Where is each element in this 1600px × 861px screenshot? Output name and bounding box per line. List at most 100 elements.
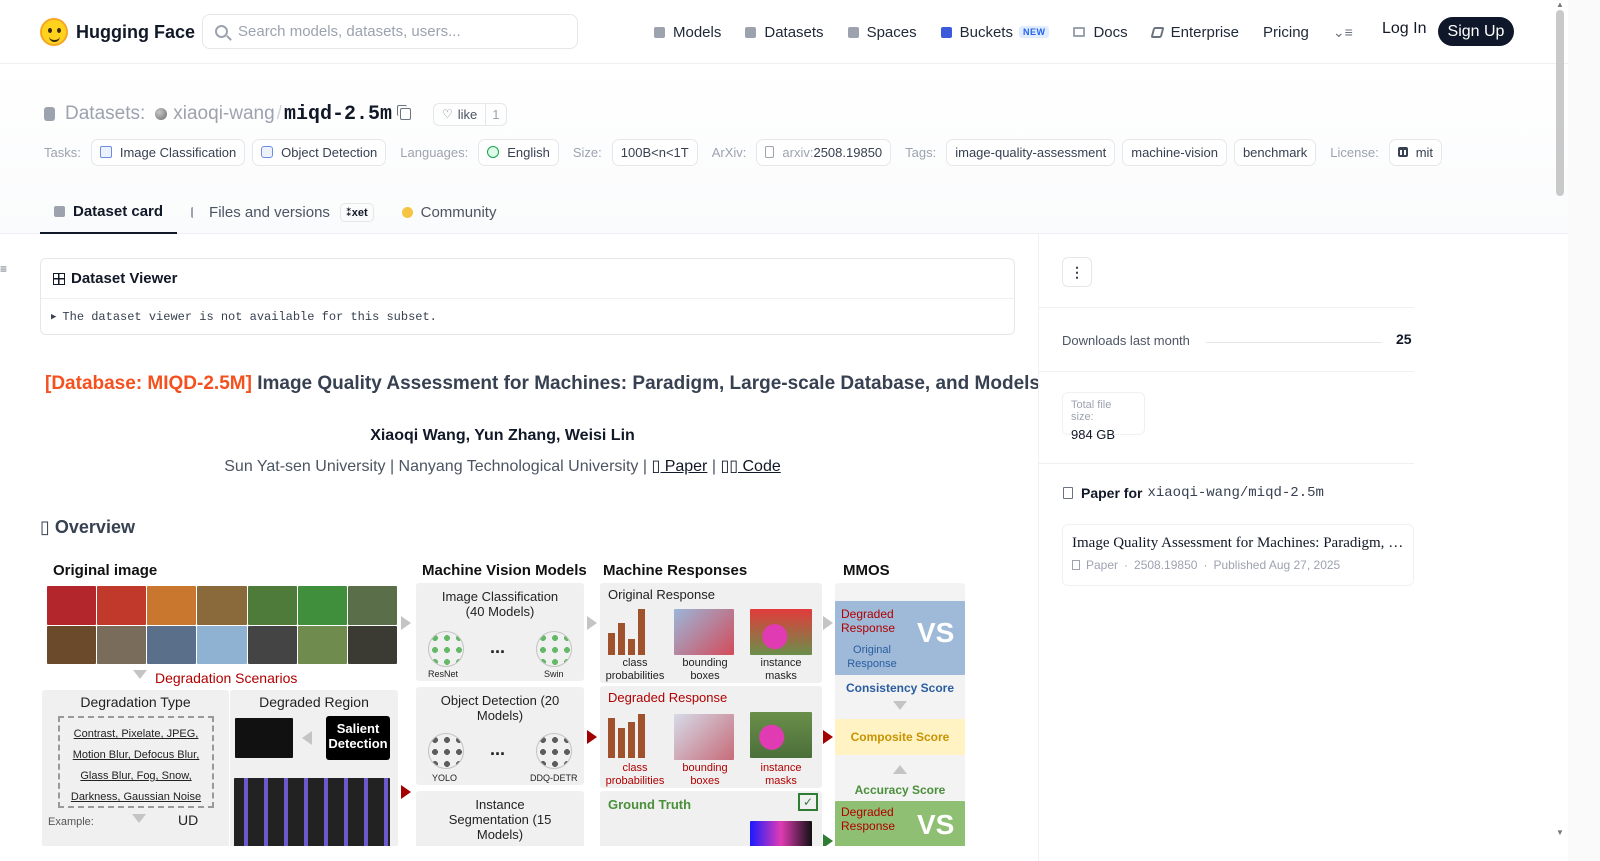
tag-machine-vision[interactable]: machine-vision [1122,138,1227,166]
task-tag-image-classification[interactable]: Image Classification [90,138,246,166]
dataset-name[interactable]: miqd-2.5m [284,103,392,126]
nav-datasets[interactable]: Datasets [745,24,824,41]
ground-truth-panel: Ground Truth ✓ [600,791,822,846]
overview-heading: ▯ Overview [40,517,135,537]
sidebar-divider [1038,234,1039,861]
book-icon [1073,27,1086,37]
card-authors: Xiaoqi Wang, Yun Zhang, Weisi Lin [370,427,635,444]
dataset-header: Datasets: xiaoqi-wang / miqd-2.5m ♡ like … [0,64,1568,234]
arrow-up-icon [893,765,907,774]
tab-dataset-card[interactable]: Dataset card [40,191,178,234]
scrollbar-thumb[interactable] [1556,10,1564,196]
downloads-count: 25 [1396,331,1412,347]
document-icon [1072,560,1080,570]
cube-icon [654,26,665,38]
arrow-right-icon [587,616,597,630]
downloads-sparkline [1206,342,1382,343]
file-icon [765,146,775,158]
avatar[interactable] [155,108,168,120]
neural-network-icon [428,631,464,667]
database-icon [44,107,55,121]
dataset-tabs: Dataset card Files and versions ⁑xet Comm… [40,191,510,234]
grid-icon [847,26,859,38]
arrow-right-red-icon [823,730,833,744]
globe-icon [487,146,500,158]
table-icon [53,272,65,285]
nav-pricing[interactable]: Pricing [1263,24,1309,41]
dataset-viewer-header: Dataset Viewer [41,259,1014,299]
datasets-label[interactable]: Datasets: [65,103,145,125]
scroll-down-icon[interactable]: ▼ [1556,828,1564,837]
neural-network-icon [536,733,572,769]
cube-icon [54,206,65,217]
model-object-detection: Object Detection (20 Models) ... YOLO DD… [416,687,584,785]
more-options-button[interactable]: ⋮ [1062,257,1092,287]
degraded-response-panel: Degraded Response class probabilities bo… [600,686,822,788]
task-tag-object-detection[interactable]: Object Detection [252,138,387,166]
search-icon [215,25,228,38]
enterprise-icon [1150,26,1165,38]
divider [1039,371,1414,372]
fig-heading-original: Original image [53,562,158,579]
top-navbar: Hugging Face Models Datasets Spaces Buck… [0,0,1568,64]
copy-icon[interactable] [396,105,411,120]
login-link[interactable]: Log In [1382,20,1426,38]
license-tag[interactable]: mit [1388,138,1443,166]
paper-for-heading: Paper for xiaoqi-wang/miqd-2.5m [1063,485,1324,501]
language-tag[interactable]: English [478,138,559,166]
main-nav: Models Datasets Spaces Buckets NEW Docs E… [654,16,1387,48]
degradation-type-panel: Degradation Type Contrast, Pixelate, JPE… [42,690,229,846]
like-count[interactable]: 1 [485,103,505,125]
arxiv-tag[interactable]: arxiv: 2508.19850 [756,138,892,166]
signup-button[interactable]: Sign Up [1438,17,1514,46]
tab-files-and-versions[interactable]: Files and versions ⁑xet [177,191,388,234]
search-input[interactable] [238,23,558,40]
arrow-down-icon [132,814,146,823]
model-image-classification: Image Classification (40 Models) ... Res… [416,583,584,681]
dataset-owner[interactable]: xiaoqi-wang [173,103,274,125]
mmos-panel: Degraded Response Original Response VS C… [835,583,965,846]
paper-card[interactable]: Image Quality Assessment for Machines: P… [1062,524,1414,586]
arrow-right-green-icon [823,834,833,846]
dataset-tags-row: Tasks: Image Classification Object Detec… [44,138,1449,166]
neural-network-icon [428,733,464,769]
nav-docs[interactable]: Docs [1073,24,1128,41]
degradation-scenarios-label: Degradation Scenarios [155,670,298,686]
more-menu-icon[interactable]: ⌄≡ [1333,24,1353,41]
dataset-viewer-message[interactable]: ▶ The dataset viewer is not available fo… [41,299,1014,335]
nav-models[interactable]: Models [654,24,721,41]
nav-buckets[interactable]: Buckets NEW [940,24,1050,41]
paper-card-title: Image Quality Assessment for Machines: P… [1072,535,1404,551]
size-tag[interactable]: 100B<n<1T [611,138,698,166]
tag-benchmark[interactable]: benchmark [1233,138,1317,166]
scrollbar-track[interactable] [1568,0,1600,861]
paper-link[interactable]: ▯ Paper [651,458,707,475]
hugging-face-icon [40,18,68,46]
fig-heading-models: Machine Vision Models [422,562,587,579]
nav-enterprise[interactable]: Enterprise [1150,24,1239,41]
search-box[interactable] [202,14,578,49]
neural-network-icon [536,631,572,667]
bank-icon [1397,147,1408,157]
brand-logo[interactable]: Hugging Face [40,16,195,48]
check-icon: ✓ [798,793,818,811]
like-button[interactable]: ♡ like 1 [432,102,507,126]
degraded-region-panel: Degraded Region Salient Detection [230,690,398,846]
fig-heading-mmos: MMOS [843,562,890,579]
languages-label: Languages: [400,144,469,160]
toc-toggle-icon[interactable]: ≡ [0,262,7,276]
code-link[interactable]: ▯▯ Code [720,458,780,475]
heart-icon: ♡ [441,107,453,121]
tag-image-quality-assessment[interactable]: image-quality-assessment [946,138,1116,166]
bucket-icon [940,26,952,38]
card-title: [Database: MIQD-2.5M] Image Quality Asse… [45,373,1040,394]
path-separator: / [276,103,282,124]
tab-community[interactable]: Community [388,191,511,234]
nav-spaces[interactable]: Spaces [847,24,917,41]
arrow-left-icon [302,731,312,745]
arrow-right-red-icon [587,730,597,744]
arrow-right-icon [823,616,833,630]
scroll-up-icon[interactable]: ▲ [1556,0,1564,9]
original-image-grid [47,586,397,664]
arxiv-label: ArXiv: [711,144,747,160]
